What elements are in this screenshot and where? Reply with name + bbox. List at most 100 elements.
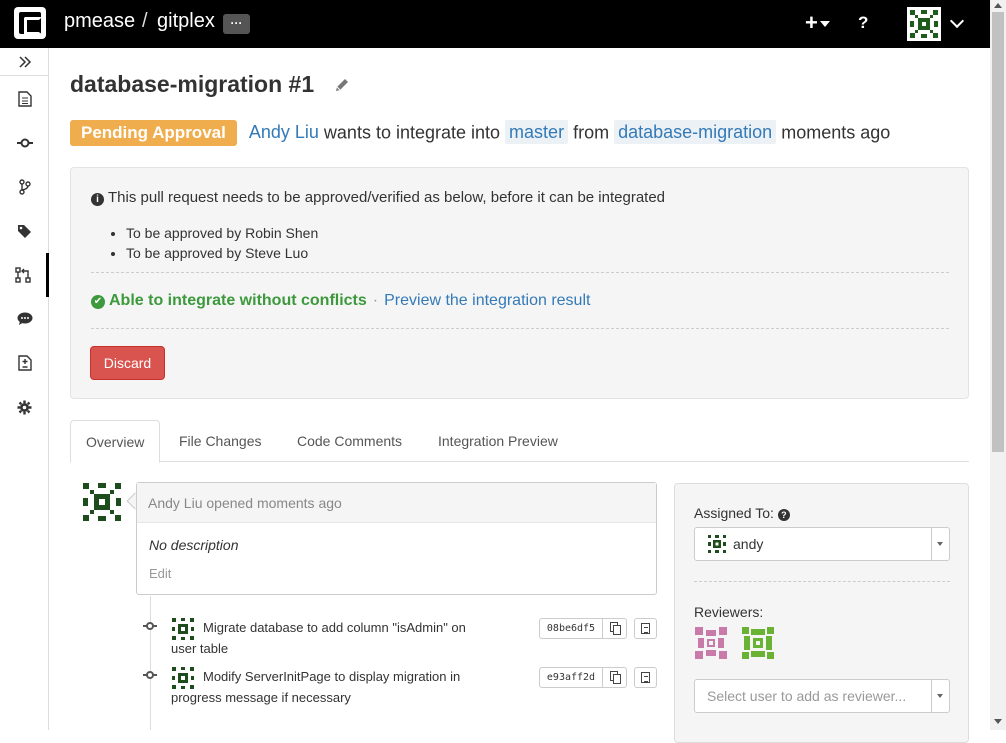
comment-header: Andy Liu opened moments ago	[137, 483, 656, 523]
info-icon: i	[91, 193, 104, 206]
branch-icon	[18, 179, 31, 195]
list-item: To be approved by Robin Shen	[126, 223, 318, 243]
user-avatar[interactable]	[907, 7, 941, 41]
divider	[91, 328, 949, 329]
file-icon	[641, 623, 650, 634]
sidebar-toggle-button[interactable]	[0, 48, 49, 76]
tab-file-changes[interactable]: File Changes	[164, 420, 277, 462]
scroll-up-icon[interactable]	[994, 3, 1002, 8]
commit-row: Modify ServerInitPage to display migrati…	[143, 666, 663, 710]
chevron-down-icon	[931, 680, 949, 712]
page-title: database-migration #1	[70, 71, 315, 97]
opened-comment: Andy Liu opened moments ago No descripti…	[136, 482, 657, 595]
assigned-to-label: Assigned To:?	[694, 505, 790, 521]
assigned-to-text: Assigned To:	[694, 505, 774, 521]
breadcrumb-repo[interactable]: gitplex	[157, 10, 215, 33]
check-circle-icon: ✔	[91, 295, 105, 309]
divider	[694, 581, 950, 582]
commit-hash[interactable]: 08be6df5	[539, 618, 603, 639]
list-item: To be approved by Steve Luo	[126, 243, 318, 263]
sidebar-item-tags[interactable]	[0, 209, 49, 253]
pull-request-icon	[15, 267, 31, 283]
sidebar-item-pull-requests[interactable]	[0, 253, 49, 297]
help-button[interactable]: ?	[858, 13, 868, 33]
pr-side-panel: Assigned To:? andy Reviewers: Select use…	[674, 483, 969, 743]
comment-icon	[17, 312, 32, 325]
reviewers-label: Reviewers:	[694, 604, 764, 620]
breadcrumb-separator: /	[142, 10, 148, 32]
reviewer-avatar[interactable]	[694, 626, 728, 660]
copy-icon-front	[613, 674, 621, 684]
reviewer-select[interactable]: Select user to add as reviewer...	[694, 679, 950, 713]
tab-code-comments[interactable]: Code Comments	[282, 420, 417, 462]
commit-message[interactable]: Modify ServerInitPage to display migrati…	[171, 666, 491, 708]
sidebar-item-comments[interactable]	[0, 297, 49, 341]
commit-icon	[16, 138, 33, 148]
commit-message[interactable]: Migrate database to add column "isAdmin"…	[171, 617, 491, 659]
pr-tabs: Overview File Changes Code Comments Inte…	[70, 420, 969, 463]
project-sidebar	[0, 48, 49, 730]
status-text-wants: wants to integrate into	[323, 122, 501, 143]
preview-integration-link[interactable]: Preview the integration result	[384, 292, 590, 309]
commit-icon	[143, 671, 157, 679]
sidebar-item-compare[interactable]	[0, 341, 49, 385]
question-icon[interactable]: ?	[777, 509, 790, 521]
compare-icon	[17, 355, 32, 371]
file-icon	[17, 91, 32, 107]
discard-button[interactable]: Discard	[90, 346, 165, 380]
tag-icon	[18, 224, 31, 238]
approval-panel: i This pull request needs to be approved/…	[70, 167, 969, 399]
author-link[interactable]: Andy Liu	[249, 122, 319, 142]
reviewer-avatar[interactable]	[741, 626, 775, 660]
plus-icon: +	[805, 10, 818, 35]
reviewer-select-placeholder: Select user to add as reviewer...	[707, 688, 907, 704]
double-chevron-right-icon	[18, 56, 31, 68]
user-menu-caret-icon[interactable]	[949, 13, 965, 29]
assignee-avatar	[708, 535, 726, 553]
approval-info: i This pull request needs to be approved/…	[91, 189, 665, 206]
status-time: moments ago	[781, 122, 891, 143]
merge-status-text: Able to integrate without conflicts	[109, 292, 367, 309]
more-button[interactable]: ···	[223, 14, 250, 34]
scroll-thumb[interactable]	[992, 12, 1004, 452]
approval-info-text: This pull request needs to be approved/v…	[108, 189, 666, 206]
copy-hash-button[interactable]	[602, 618, 627, 639]
source-branch-link[interactable]: database-migration	[614, 119, 777, 144]
create-dropdown-button[interactable]: +	[805, 10, 830, 36]
requirement-list: To be approved by Robin Shen To be appro…	[126, 223, 318, 263]
chevron-down-icon	[931, 528, 949, 560]
top-navbar: pmease / gitplex ··· + ?	[0, 0, 990, 48]
sidebar-item-files[interactable]	[0, 77, 49, 121]
merge-status: ✔ Able to integrate without conflicts · Pre…	[91, 292, 590, 310]
tab-overview[interactable]: Overview	[70, 420, 161, 463]
target-branch-link[interactable]: master	[505, 119, 569, 144]
commit-hash[interactable]: e93aff2d	[539, 667, 603, 688]
copy-hash-button[interactable]	[602, 667, 627, 688]
gear-icon	[17, 400, 32, 414]
sidebar-item-commits[interactable]	[0, 121, 49, 165]
sidebar-item-branches[interactable]	[0, 165, 49, 209]
scroll-down-icon[interactable]	[994, 719, 1002, 724]
caret-down-icon	[819, 21, 830, 28]
separator-dot: ·	[372, 292, 379, 309]
pencil-icon[interactable]	[334, 77, 350, 93]
commit-icon	[143, 622, 157, 630]
copy-icon-front	[613, 625, 621, 635]
status-badge: Pending Approval	[70, 120, 237, 146]
author-avatar[interactable]	[81, 481, 123, 523]
assignee-name: andy	[733, 536, 764, 552]
browse-files-button[interactable]	[634, 667, 657, 688]
gitplex-logo[interactable]	[14, 7, 46, 39]
commit-row: Migrate database to add column "isAdmin"…	[143, 617, 663, 661]
status-text-from: from	[573, 122, 610, 143]
breadcrumb-owner[interactable]: pmease	[64, 10, 135, 33]
page-scrollbar[interactable]	[990, 0, 1006, 730]
browse-files-button[interactable]	[634, 618, 657, 639]
sidebar-item-settings[interactable]	[0, 385, 49, 429]
assignee-select[interactable]: andy	[694, 527, 950, 561]
comment-description: No description	[149, 537, 239, 553]
divider	[91, 272, 949, 273]
tab-integration-preview[interactable]: Integration Preview	[423, 420, 573, 462]
file-icon	[641, 672, 650, 683]
edit-link[interactable]: Edit	[149, 566, 171, 581]
